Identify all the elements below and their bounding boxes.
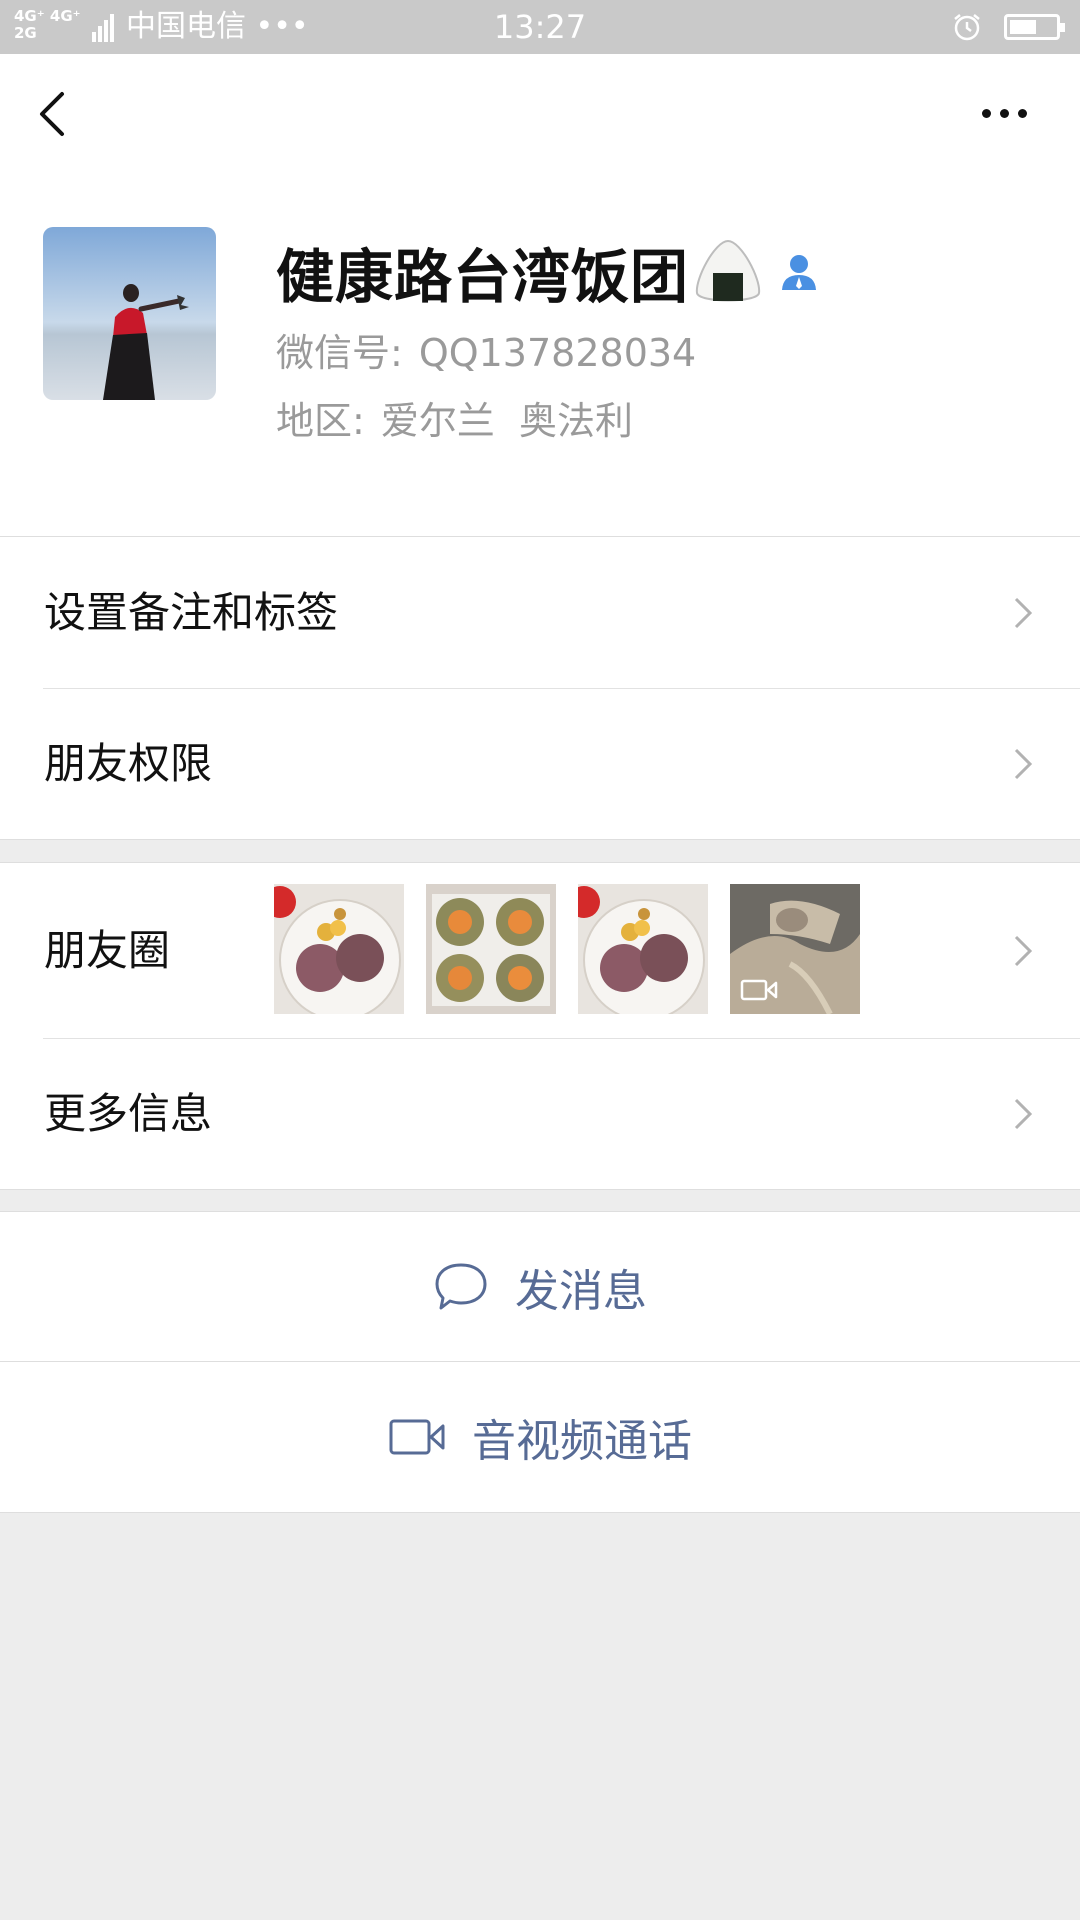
region-label: 地区: <box>276 399 365 443</box>
chevron-right-icon <box>1014 748 1033 780</box>
name-row: 健康路台湾饭团 <box>276 232 821 312</box>
chevron-left-icon[interactable] <box>30 84 80 144</box>
moments-thumbnail <box>274 884 404 1014</box>
wechat-id: 微信号: QQ137828034 <box>276 322 696 377</box>
wechat-id-value: QQ137828034 <box>418 331 697 375</box>
friend-permissions-row[interactable]: 朋友权限 <box>0 688 1080 839</box>
send-message-button[interactable]: 发消息 <box>0 1211 1080 1362</box>
more-info-label: 更多信息 <box>44 1089 213 1138</box>
settings-group: 设置备注和标签 朋友权限 <box>0 536 1080 840</box>
more-dots-icon[interactable] <box>970 94 1040 134</box>
moments-thumbnails <box>274 884 860 1014</box>
status-bar: 4G⁺ 4G⁺ 2G 中国电信 ••• 13:27 <box>0 0 1080 54</box>
video-camera-icon <box>740 979 778 1001</box>
rice-ball-emoji-icon <box>696 239 761 302</box>
wechat-id-label: 微信号: <box>276 331 403 375</box>
profile-header: 健康路台湾饭团 微信号: QQ137828034 地区: 爱尔兰 奥法利 <box>0 184 1080 536</box>
moments-row[interactable]: 朋友圈 <box>0 863 1080 1038</box>
battery-icon <box>1004 14 1065 40</box>
friend-permissions-label: 朋友权限 <box>44 739 213 788</box>
more-info-row[interactable]: 更多信息 <box>0 1038 1080 1189</box>
remark-tags-label: 设置备注和标签 <box>44 588 339 637</box>
contact-person-icon <box>782 255 817 290</box>
video-call-label: 音视频通话 <box>472 1416 692 1467</box>
info-group: 朋友圈 更多信息 <box>0 862 1080 1190</box>
video-call-button[interactable]: 音视频通话 <box>0 1362 1080 1513</box>
region-value: 爱尔兰 奥法利 <box>380 399 633 443</box>
chevron-right-icon <box>1014 597 1033 629</box>
moments-thumbnail <box>426 884 556 1014</box>
alarm-icon <box>954 14 980 41</box>
avatar[interactable] <box>43 227 216 400</box>
nav-bar <box>0 54 1080 184</box>
display-name: 健康路台湾饭团 <box>276 243 690 311</box>
moments-thumbnail <box>578 884 708 1014</box>
moments-label: 朋友圈 <box>44 926 171 975</box>
region: 地区: 爱尔兰 奥法利 <box>276 390 633 445</box>
chat-bubble-icon <box>435 1263 487 1310</box>
send-message-label: 发消息 <box>515 1266 647 1317</box>
moments-video-thumbnail <box>730 884 860 1014</box>
remark-tags-row[interactable]: 设置备注和标签 <box>0 537 1080 688</box>
clock: 13:27 <box>493 8 587 46</box>
video-camera-icon <box>389 1419 445 1455</box>
chevron-right-icon <box>1014 1098 1033 1130</box>
chevron-right-icon <box>1014 935 1033 967</box>
